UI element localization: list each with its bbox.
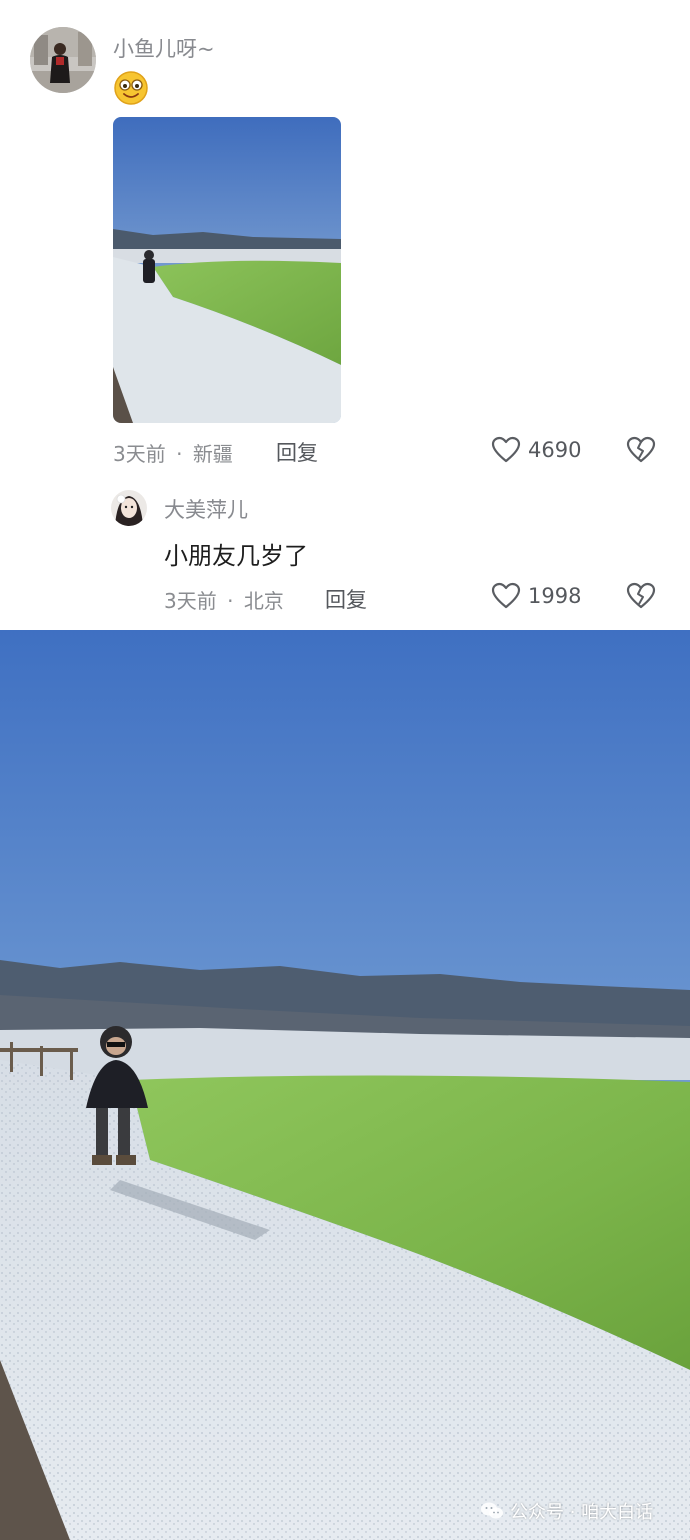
reply-meta: 3天前 · 北京 xyxy=(164,585,284,614)
replier-avatar[interactable] xyxy=(111,490,147,526)
meta-separator: · xyxy=(176,442,183,466)
reply-button[interactable]: 回复 xyxy=(325,584,367,614)
heart-outline-icon[interactable] xyxy=(491,436,521,464)
broken-heart-icon[interactable] xyxy=(626,436,656,464)
like-count: 1998 xyxy=(528,584,582,608)
reply-button[interactable]: 回复 xyxy=(276,437,318,467)
watermark: 公众号 · 咱大白话 xyxy=(480,1498,653,1524)
reply-location: 北京 xyxy=(243,589,284,613)
wechat-icon xyxy=(480,1501,504,1521)
broken-heart-icon[interactable] xyxy=(626,582,656,610)
comment-location: 新疆 xyxy=(192,442,233,466)
commenter-username[interactable]: 小鱼儿呀~ xyxy=(113,33,215,63)
watermark-text: 公众号 · 咱大白话 xyxy=(510,1502,654,1523)
replier-username[interactable]: 大美萍儿 xyxy=(164,494,248,524)
face-with-glasses-emoji xyxy=(113,70,149,106)
heart-outline-icon[interactable] xyxy=(491,582,521,610)
comment-meta: 3天前 · 新疆 xyxy=(113,438,233,467)
commenter-avatar[interactable] xyxy=(30,27,96,93)
comment-time: 3天前 xyxy=(113,442,166,466)
reply-time: 3天前 xyxy=(164,589,217,613)
meta-separator: · xyxy=(227,589,234,613)
reply-text: 小朋友几岁了 xyxy=(164,542,308,570)
enlarged-photo xyxy=(0,630,690,1540)
like-count: 4690 xyxy=(528,438,582,462)
comment-image[interactable] xyxy=(113,117,341,423)
